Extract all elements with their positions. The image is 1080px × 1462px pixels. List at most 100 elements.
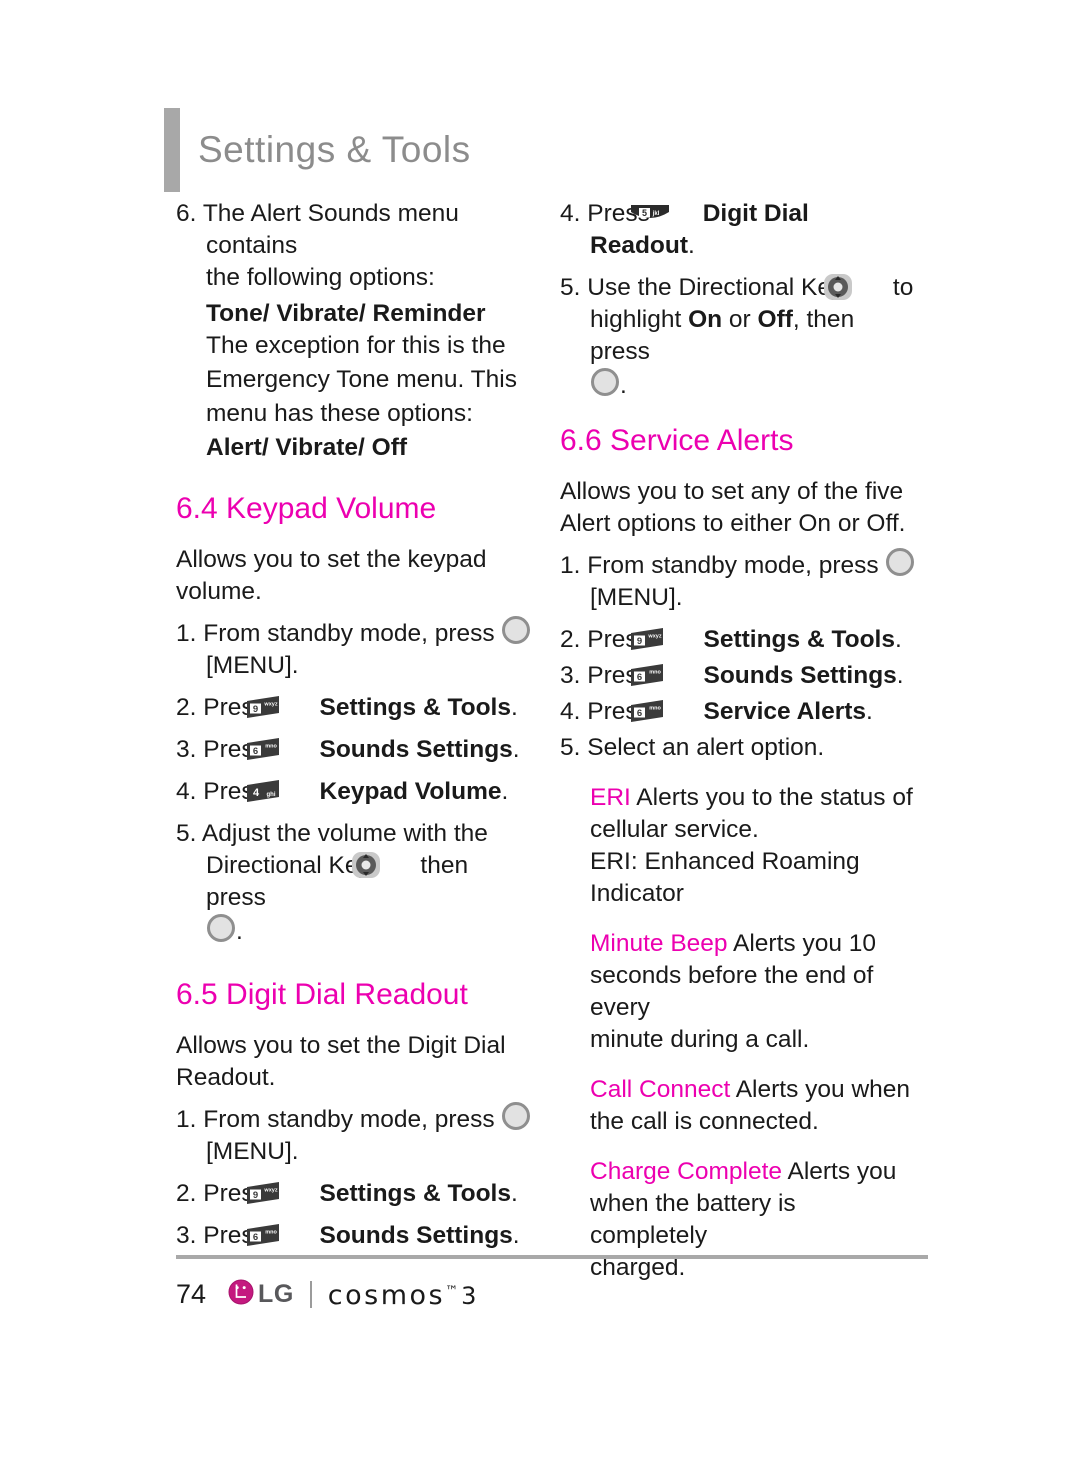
svg-text:6: 6 bbox=[253, 1232, 258, 1243]
document-page: Settings & Tools 6. The Alert Sounds men… bbox=[0, 0, 1080, 1462]
menu-circle-key-icon bbox=[886, 548, 915, 576]
step-bold-label: Sounds Settings bbox=[319, 736, 513, 763]
svg-text:6: 6 bbox=[637, 708, 642, 719]
alert-term: Minute Beep bbox=[590, 930, 728, 957]
intro-line1: Allows you to set any of the five bbox=[560, 478, 904, 505]
step-period: . bbox=[896, 662, 904, 689]
svg-text:9: 9 bbox=[253, 1190, 258, 1201]
menu-circle-key-icon bbox=[591, 368, 619, 396]
step-period: . bbox=[510, 694, 518, 721]
digit-dial-step-2: 2. Press 9 wxyz Settings & Tools. bbox=[176, 1178, 532, 1210]
alert-desc-line1: Alerts you bbox=[782, 1158, 897, 1185]
digit-dial-step-5: 5. Use the Directional Key to highlight … bbox=[560, 272, 916, 402]
intro-line1: Allows you to set the Digit Dial bbox=[176, 1032, 506, 1059]
footer-content: 74 LG cosmos™ 3 bbox=[176, 1277, 928, 1311]
service-alerts-step-2: 2. Press 9 wxyz Settings & Tools. bbox=[560, 624, 916, 656]
intro-line2: volume. bbox=[176, 578, 262, 605]
options-alert-vibrate-off: Alert/ Vibrate/ Off bbox=[206, 434, 408, 461]
step-number: 3. bbox=[176, 736, 197, 763]
step-text-line2: highlight bbox=[590, 306, 689, 333]
alert-term: Call Connect bbox=[590, 1076, 731, 1103]
svg-text:ghi: ghi bbox=[266, 792, 275, 798]
keypad-step-3: 3. Press 6 mno Sounds Settings. bbox=[176, 734, 532, 766]
step-period: . bbox=[620, 372, 627, 399]
digit-dial-step-4: 4. Press 5 jkl Digit Dial Readout. bbox=[560, 198, 916, 262]
step-period: . bbox=[510, 1180, 518, 1207]
step-number: 6. bbox=[176, 200, 197, 227]
step-text: Use the Directional Key bbox=[587, 274, 851, 301]
lg-logo: LG bbox=[228, 1277, 294, 1311]
svg-text:4: 4 bbox=[253, 787, 260, 799]
step-number: 3. bbox=[560, 662, 581, 689]
alert-term: ERI bbox=[590, 784, 631, 811]
service-alerts-step-1: 1. From standby mode, press [MENU]. bbox=[560, 548, 916, 614]
page-footer: 74 LG cosmos™ 3 bbox=[176, 1255, 928, 1311]
left-column: 6. The Alert Sounds menu contains the fo… bbox=[176, 198, 532, 1284]
svg-text:5: 5 bbox=[642, 208, 647, 218]
page-header: Settings & Tools bbox=[164, 108, 471, 192]
step-text: From standby mode, press bbox=[587, 552, 886, 579]
exception-line1: The exception for this is the bbox=[206, 332, 506, 359]
key-9-wxyz-icon: 9 wxyz bbox=[630, 627, 694, 650]
step-period: . bbox=[236, 918, 243, 945]
menu-circle-key-icon bbox=[502, 616, 531, 644]
menu-circle-key-icon bbox=[502, 1102, 531, 1130]
page-number: 74 bbox=[176, 1279, 207, 1309]
section-title-digit-dial-readout: 6.5 Digit Dial Readout bbox=[176, 978, 468, 1011]
key-4-ghi-icon: 4 ghi bbox=[246, 779, 310, 802]
keypad-step-5: 5. Adjust the volume with the Directiona… bbox=[176, 818, 532, 948]
digit-dial-intro: Allows you to set the Digit Dial Readout… bbox=[176, 1030, 532, 1094]
key-9-wxyz-icon: 9 wxyz bbox=[246, 1181, 310, 1204]
svg-text:mno: mno bbox=[649, 706, 661, 712]
key-5-jkl-icon: 5 jkl bbox=[630, 200, 700, 220]
service-alerts-intro: Allows you to set any of the five Alert … bbox=[560, 476, 916, 540]
svg-text:wxyz: wxyz bbox=[263, 702, 277, 708]
key-9-wxyz-icon: 9 wxyz bbox=[246, 695, 310, 718]
step-text-menu: [MENU]. bbox=[590, 584, 683, 611]
step-number: 5. bbox=[176, 820, 197, 847]
step-bold-label: Settings & Tools bbox=[319, 1180, 511, 1207]
svg-text:wxyz: wxyz bbox=[647, 634, 661, 640]
step-number: 5. bbox=[560, 734, 581, 761]
alert-definition-call-connect: Call Connect Alerts you when the call is… bbox=[560, 1074, 916, 1138]
step-period: . bbox=[866, 698, 873, 725]
alert-desc-line2: when the battery is completely bbox=[590, 1190, 796, 1249]
keypad-step-2: 2. Press 9 wxyz Settings & Tools. bbox=[176, 692, 532, 724]
option-off: Off bbox=[757, 306, 793, 333]
svg-text:wxyz: wxyz bbox=[263, 1188, 277, 1194]
page-title: Settings & Tools bbox=[198, 129, 471, 170]
step-number: 4. bbox=[560, 200, 581, 227]
step-number: 1. bbox=[560, 552, 581, 579]
cosmos-wordmark: cosmos™ 3 bbox=[328, 1275, 477, 1313]
keypad-step-1: 1. From standby mode, press [MENU]. bbox=[176, 616, 532, 682]
step-bold-label: Service Alerts bbox=[703, 698, 867, 725]
step-number: 2. bbox=[560, 626, 581, 653]
section-title-keypad-volume: 6.4 Keypad Volume bbox=[176, 492, 437, 525]
step-text: From standby mode, press bbox=[203, 620, 502, 647]
option-sep: or bbox=[722, 306, 758, 333]
intro-line2: Alert options to either On or Off. bbox=[560, 510, 906, 537]
alert-desc-line1: Alerts you to the status of bbox=[630, 784, 913, 811]
digit-dial-step-1: 1. From standby mode, press [MENU]. bbox=[176, 1102, 532, 1168]
header-accent-bar bbox=[164, 108, 180, 192]
exception-line2: Emergency Tone menu. This bbox=[206, 366, 517, 393]
step-bold-label: Keypad Volume bbox=[319, 778, 502, 805]
svg-text:6: 6 bbox=[253, 746, 258, 757]
step-period: . bbox=[501, 778, 509, 805]
digit-dial-step-3: 3. Press 6 mno Sounds Settings. bbox=[176, 1220, 532, 1252]
alert-desc-line3: ERI: Enhanced Roaming Indicator bbox=[590, 848, 860, 907]
step-number: 1. bbox=[176, 620, 197, 647]
step-period: . bbox=[894, 626, 902, 653]
step-number: 1. bbox=[176, 1106, 197, 1133]
svg-text:mno: mno bbox=[649, 670, 661, 676]
trademark-symbol: ™ bbox=[445, 1284, 459, 1299]
step-number: 3. bbox=[176, 1222, 197, 1249]
step-number: 4. bbox=[176, 778, 197, 805]
service-alerts-step-3: 3. Press 6 mno Sounds Settings. bbox=[560, 660, 916, 692]
alert-definition-minute-beep: Minute Beep Alerts you 10 seconds before… bbox=[560, 928, 916, 1056]
key-6-mno-icon: 6 mno bbox=[630, 699, 694, 722]
content-columns: 6. The Alert Sounds menu contains the fo… bbox=[176, 198, 928, 1284]
cosmos-version: 3 bbox=[461, 1282, 477, 1310]
step-text: Select an alert option. bbox=[587, 734, 825, 761]
alert-desc-line1: Alerts you when bbox=[730, 1076, 911, 1103]
